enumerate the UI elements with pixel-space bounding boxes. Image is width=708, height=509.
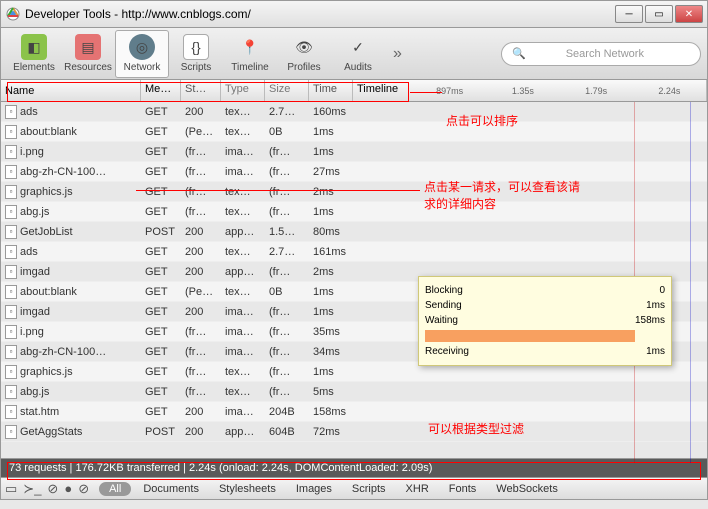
header-name[interactable]: Name <box>1 80 141 101</box>
header-type[interactable]: Type <box>221 80 265 101</box>
file-icon: ▫ <box>5 365 17 379</box>
tab-resources[interactable]: ▤Resources <box>61 30 115 78</box>
table-row[interactable]: ▫abg.js GET(fr…tex… (fr…1ms <box>1 202 707 222</box>
tab-timeline[interactable]: 📍Timeline <box>223 30 277 78</box>
filter-bar: ▭ ≻_ ⊘ ● ⊘ All Documents Stylesheets Ima… <box>0 478 708 500</box>
file-icon: ▫ <box>5 205 17 219</box>
toolbar: ◧Elements ▤Resources ◎Network {}Scripts … <box>0 28 708 80</box>
file-icon: ▫ <box>5 305 17 319</box>
file-icon: ▫ <box>5 345 17 359</box>
window-titlebar: Developer Tools - http://www.cnblogs.com… <box>0 0 708 28</box>
table-row[interactable]: ▫abg.js GET(fr…tex… (fr…5ms <box>1 382 707 402</box>
header-status[interactable]: St… <box>181 80 221 101</box>
file-icon: ▫ <box>5 425 17 439</box>
header-timeline[interactable]: Timeline 897ms1.35s1.79s2.24s <box>353 80 707 101</box>
timing-tooltip: Blocking0 Sending1ms Waiting158ms Receiv… <box>418 276 672 366</box>
window-title: Developer Tools - http://www.cnblogs.com… <box>25 7 251 21</box>
header-method[interactable]: Me… <box>141 80 181 101</box>
filter-websockets[interactable]: WebSockets <box>488 483 566 495</box>
table-row[interactable]: ▫ads GET200tex… 2.7…160ms <box>1 102 707 122</box>
tab-elements[interactable]: ◧Elements <box>7 30 61 78</box>
drawer-icon[interactable]: ≻_ <box>23 481 41 497</box>
table-row[interactable]: ▫i.png GET(fr…ima… (fr…1ms <box>1 142 707 162</box>
file-icon: ▫ <box>5 405 17 419</box>
file-icon: ▫ <box>5 285 17 299</box>
file-icon: ▫ <box>5 145 17 159</box>
file-icon: ▫ <box>5 385 17 399</box>
file-icon: ▫ <box>5 225 17 239</box>
clear-icon[interactable]: ⊘ <box>78 481 89 497</box>
search-input[interactable]: 🔍 Search Network <box>501 42 701 66</box>
tab-audits[interactable]: ✓Audits <box>331 30 385 78</box>
file-icon: ▫ <box>5 165 17 179</box>
file-icon: ▫ <box>5 125 17 139</box>
table-row[interactable]: ▫abg-zh-CN-100… GET(fr…ima… (fr…27ms <box>1 162 707 182</box>
tab-network[interactable]: ◎Network <box>115 30 169 78</box>
file-icon: ▫ <box>5 325 17 339</box>
error-icon[interactable]: ⊘ <box>47 481 58 497</box>
filter-fonts[interactable]: Fonts <box>441 483 485 495</box>
status-bar: 73 requests | 176.72KB transferred | 2.2… <box>0 458 708 478</box>
table-header[interactable]: Name Me… St… Type Size Time Timeline 897… <box>0 80 708 102</box>
filter-scripts[interactable]: Scripts <box>344 483 394 495</box>
filter-xhr[interactable]: XHR <box>398 483 437 495</box>
table-row[interactable]: ▫about:blank GET(Pe…tex… 0B1ms <box>1 122 707 142</box>
table-row[interactable]: ▫GetAggStats POST200app… 604B72ms <box>1 422 707 442</box>
file-icon: ▫ <box>5 105 17 119</box>
file-icon: ▫ <box>5 265 17 279</box>
tab-scripts[interactable]: {}Scripts <box>169 30 223 78</box>
record-icon[interactable]: ● <box>64 481 72 496</box>
file-icon: ▫ <box>5 185 17 199</box>
minimize-button[interactable]: ─ <box>615 5 643 23</box>
overflow-icon[interactable]: » <box>393 45 402 63</box>
table-row[interactable]: ▫ads GET200tex… 2.7…161ms 160ms →| |← 1m… <box>1 242 707 262</box>
table-row[interactable]: ▫GetJobList POST200app… 1.5…80ms <box>1 222 707 242</box>
table-row[interactable]: ▫graphics.js GET(fr…tex… (fr…2ms <box>1 182 707 202</box>
header-size[interactable]: Size <box>265 80 309 101</box>
chrome-icon <box>5 6 21 22</box>
header-time[interactable]: Time <box>309 80 353 101</box>
console-icon[interactable]: ▭ <box>5 481 17 497</box>
table-row[interactable]: ▫stat.htm GET200ima… 204B158ms <box>1 402 707 422</box>
close-button[interactable]: ✕ <box>675 5 703 23</box>
file-icon: ▫ <box>5 245 17 259</box>
filter-stylesheets[interactable]: Stylesheets <box>211 483 284 495</box>
filter-documents[interactable]: Documents <box>135 483 207 495</box>
filter-all[interactable]: All <box>99 482 131 496</box>
filter-images[interactable]: Images <box>288 483 340 495</box>
maximize-button[interactable]: ▭ <box>645 5 673 23</box>
tab-profiles[interactable]: 👁Profiles <box>277 30 331 78</box>
